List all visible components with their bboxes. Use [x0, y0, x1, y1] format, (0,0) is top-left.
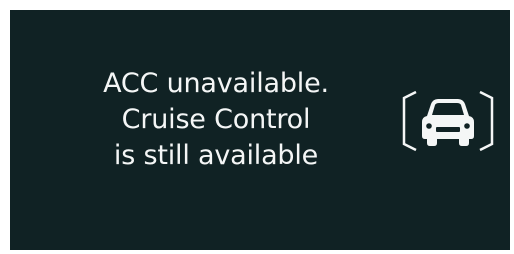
- alert-line-2: Cruise Control: [121, 104, 311, 135]
- alert-line-3: is still available: [113, 140, 319, 171]
- acc-unavailable-car-icon: [402, 90, 494, 152]
- alert-screen: ACC unavailable. Cruise Control is still…: [10, 10, 510, 250]
- alert-message: ACC unavailable. Cruise Control is still…: [10, 66, 422, 174]
- alert-line-1: ACC unavailable.: [103, 68, 329, 99]
